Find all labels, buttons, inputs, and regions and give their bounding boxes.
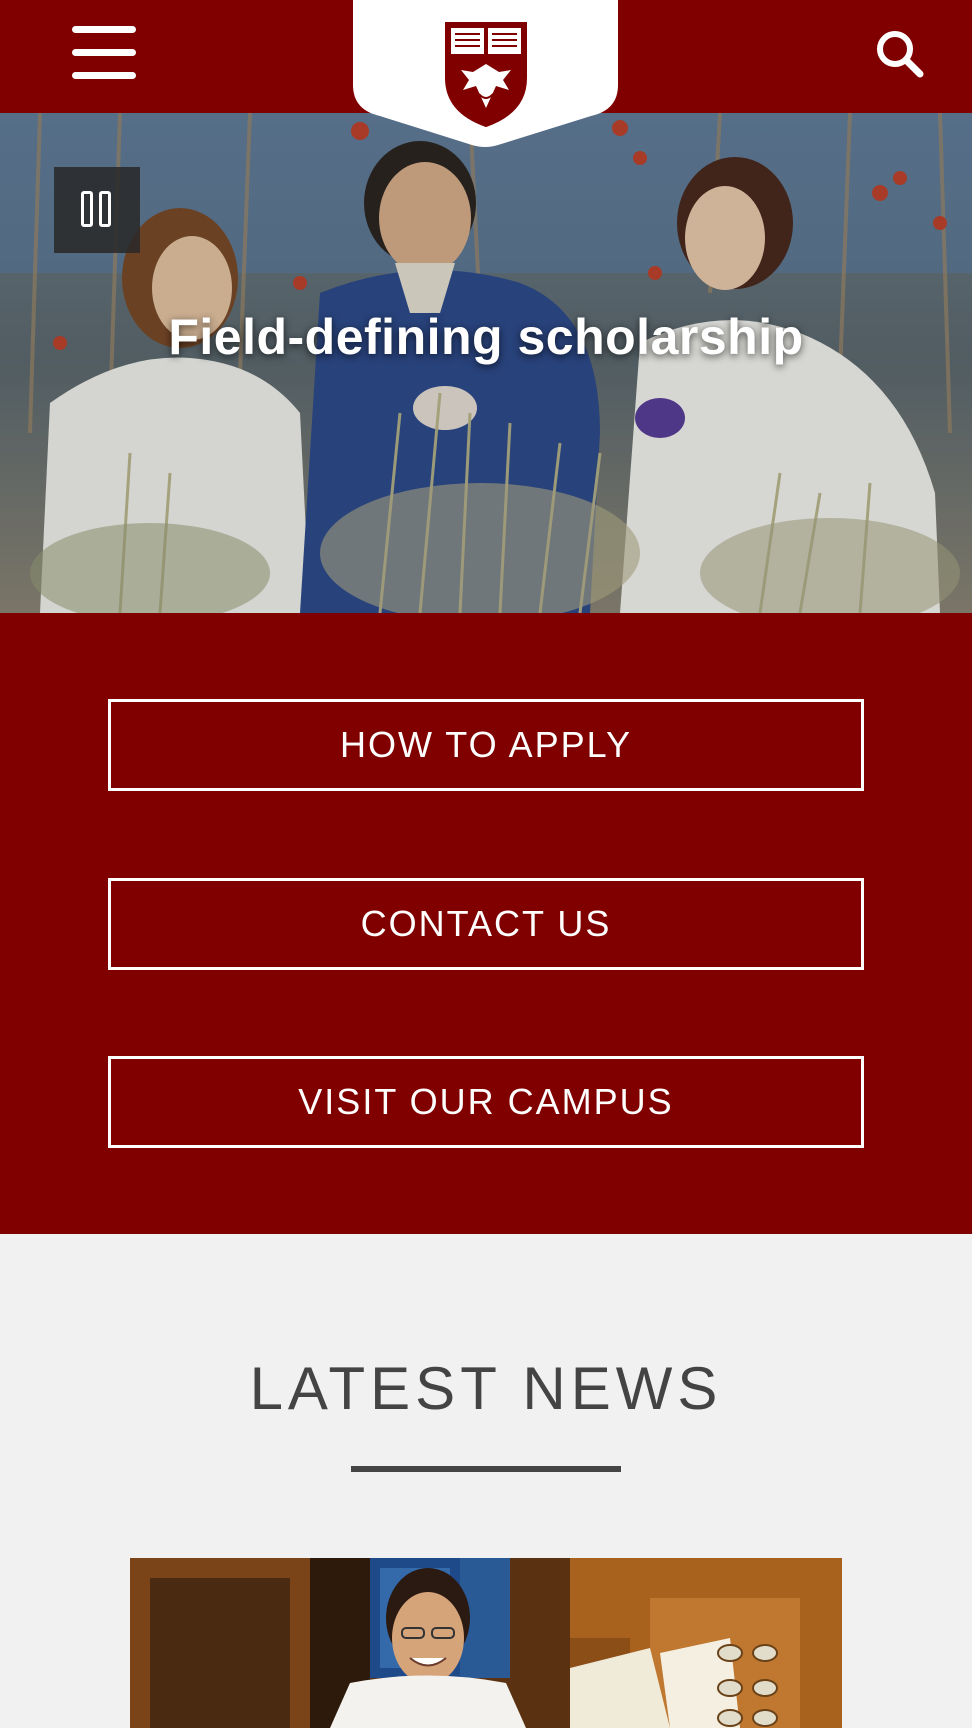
latest-news-section: LATEST NEWS (0, 1234, 972, 1728)
section-title: LATEST NEWS (249, 1355, 723, 1422)
news-story-image[interactable] (130, 1558, 842, 1728)
visit-campus-button[interactable]: VISIT OUR CAMPUS (108, 1056, 864, 1148)
how-to-apply-button[interactable]: HOW TO APPLY (108, 699, 864, 791)
home-logo-link[interactable] (353, 0, 618, 148)
contact-us-button[interactable]: CONTACT US (108, 878, 864, 970)
hero-title: Field-defining scholarship (168, 309, 804, 365)
cta-section: HOW TO APPLY CONTACT US VISIT OUR CAMPUS (0, 613, 972, 1234)
hamburger-menu-icon[interactable] (72, 26, 136, 80)
search-icon[interactable] (874, 28, 928, 82)
hero-banner: Field-defining scholarship (0, 113, 972, 613)
university-crest-icon (445, 22, 527, 128)
pause-icon[interactable] (54, 167, 140, 253)
title-divider (351, 1466, 621, 1472)
